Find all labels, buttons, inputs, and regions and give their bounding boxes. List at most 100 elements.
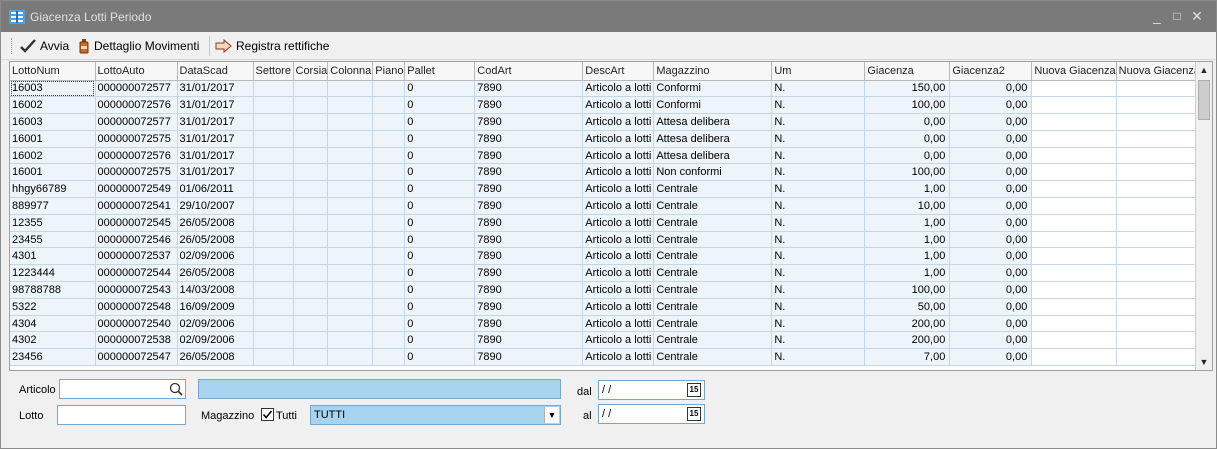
table-cell[interactable]: 0 bbox=[404, 315, 476, 333]
tutti-checkbox[interactable] bbox=[261, 408, 274, 421]
table-cell[interactable]: Articolo a lotti bbox=[582, 147, 655, 165]
table-cell[interactable] bbox=[372, 231, 406, 249]
table-cell[interactable]: 000000072537 bbox=[95, 247, 178, 266]
table-cell[interactable]: Articolo a lotti bbox=[582, 264, 655, 283]
table-row[interactable]: 16003 000000072577 31/01/2017 0 7890 Articolo… bbox=[10, 113, 1208, 131]
table-cell[interactable] bbox=[1116, 247, 1208, 266]
table-cell[interactable]: 7890 bbox=[474, 180, 584, 199]
table-cell[interactable] bbox=[253, 348, 294, 367]
table-cell[interactable]: 0 bbox=[404, 331, 476, 350]
column-header[interactable]: Settore bbox=[253, 62, 294, 81]
table-cell[interactable] bbox=[327, 264, 374, 283]
table-cell[interactable]: 000000072549 bbox=[95, 180, 178, 199]
table-cell[interactable]: 7890 bbox=[474, 298, 584, 316]
table-cell[interactable]: Articolo a lotti bbox=[582, 247, 655, 266]
table-cell[interactable] bbox=[293, 163, 329, 182]
table-cell[interactable]: N. bbox=[771, 281, 866, 299]
table-cell[interactable]: 0,00 bbox=[949, 163, 1033, 182]
table-cell[interactable]: 150,00 bbox=[864, 80, 951, 98]
table-cell[interactable] bbox=[293, 348, 329, 367]
table-cell[interactable]: 31/01/2017 bbox=[177, 130, 254, 148]
table-cell[interactable] bbox=[1116, 315, 1208, 333]
scroll-down-icon[interactable]: ▼ bbox=[1196, 354, 1212, 370]
table-cell[interactable]: Articolo a lotti bbox=[582, 281, 655, 299]
table-cell[interactable]: 1,00 bbox=[864, 264, 951, 283]
table-cell[interactable]: Articolo a lotti bbox=[582, 80, 655, 98]
table-cell[interactable] bbox=[293, 197, 329, 215]
table-cell[interactable]: 000000072576 bbox=[95, 96, 178, 115]
lotto-input[interactable] bbox=[57, 405, 186, 425]
table-cell[interactable]: Centrale bbox=[653, 197, 773, 215]
table-cell[interactable] bbox=[253, 96, 294, 115]
table-cell[interactable] bbox=[1031, 264, 1117, 283]
table-cell[interactable] bbox=[293, 264, 329, 283]
table-cell[interactable] bbox=[293, 180, 329, 199]
table-cell[interactable]: 0,00 bbox=[949, 315, 1033, 333]
table-cell[interactable] bbox=[253, 214, 294, 232]
table-cell[interactable]: Centrale bbox=[653, 315, 773, 333]
table-cell[interactable]: Articolo a lotti bbox=[582, 96, 655, 115]
column-header[interactable]: CodArt bbox=[474, 62, 584, 81]
table-cell[interactable]: 0,00 bbox=[949, 113, 1033, 131]
column-header[interactable]: LottoAuto bbox=[95, 62, 178, 81]
table-cell[interactable] bbox=[372, 80, 406, 98]
table-cell[interactable]: 31/01/2017 bbox=[177, 147, 254, 165]
table-cell[interactable]: 0 bbox=[404, 197, 476, 215]
table-cell[interactable]: Centrale bbox=[653, 180, 773, 199]
table-cell[interactable]: N. bbox=[771, 247, 866, 266]
table-cell[interactable]: 0,00 bbox=[949, 231, 1033, 249]
table-cell[interactable] bbox=[293, 80, 329, 98]
table-cell[interactable]: 0 bbox=[404, 281, 476, 299]
table-cell[interactable]: 0,00 bbox=[949, 96, 1033, 115]
table-cell[interactable]: 7890 bbox=[474, 315, 584, 333]
table-cell[interactable]: 000000072548 bbox=[95, 298, 178, 316]
table-cell[interactable]: 000000072547 bbox=[95, 348, 178, 367]
articolo-input[interactable] bbox=[59, 379, 186, 399]
table-row[interactable]: 4301 000000072537 02/09/2006 0 7890 Articolo … bbox=[10, 247, 1208, 266]
table-cell[interactable]: N. bbox=[771, 315, 866, 333]
table-cell[interactable]: 7890 bbox=[474, 247, 584, 266]
table-cell[interactable]: 4304 bbox=[10, 315, 96, 333]
table-cell[interactable]: 7890 bbox=[474, 130, 584, 148]
table-cell[interactable] bbox=[372, 348, 406, 367]
al-date-input[interactable]: / / 15 bbox=[598, 404, 705, 424]
table-cell[interactable]: 7890 bbox=[474, 113, 584, 131]
table-cell[interactable] bbox=[293, 130, 329, 148]
table-cell[interactable]: 29/10/2007 bbox=[177, 197, 254, 215]
table-cell[interactable] bbox=[327, 163, 374, 182]
table-cell[interactable]: 0 bbox=[404, 231, 476, 249]
table-cell[interactable]: 000000072577 bbox=[95, 80, 178, 98]
table-cell[interactable]: 7890 bbox=[474, 331, 584, 350]
table-cell[interactable]: 0 bbox=[404, 348, 476, 367]
table-cell[interactable]: 16002 bbox=[10, 147, 96, 165]
scroll-up-icon[interactable]: ▲ bbox=[1196, 62, 1212, 78]
table-cell[interactable]: N. bbox=[771, 214, 866, 232]
table-cell[interactable] bbox=[372, 315, 406, 333]
table-cell[interactable] bbox=[372, 197, 406, 215]
table-cell[interactable]: N. bbox=[771, 130, 866, 148]
table-cell[interactable] bbox=[327, 315, 374, 333]
table-cell[interactable]: 0,00 bbox=[949, 197, 1033, 215]
table-cell[interactable]: 100,00 bbox=[864, 281, 951, 299]
table-cell[interactable]: N. bbox=[771, 180, 866, 199]
table-cell[interactable] bbox=[253, 281, 294, 299]
table-cell[interactable] bbox=[372, 113, 406, 131]
table-cell[interactable]: 0,00 bbox=[864, 130, 951, 148]
table-cell[interactable] bbox=[293, 231, 329, 249]
table-cell[interactable]: 000000072540 bbox=[95, 315, 178, 333]
table-cell[interactable]: 000000072545 bbox=[95, 214, 178, 232]
dal-date-input[interactable]: / / 15 bbox=[598, 380, 705, 400]
table-cell[interactable]: N. bbox=[771, 197, 866, 215]
table-cell[interactable]: 0 bbox=[404, 264, 476, 283]
table-row[interactable]: 889977 000000072541 29/10/2007 0 7890 Articol… bbox=[10, 197, 1208, 215]
scroll-thumb[interactable] bbox=[1198, 80, 1210, 120]
table-cell[interactable] bbox=[1031, 163, 1117, 182]
table-cell[interactable] bbox=[1116, 214, 1208, 232]
table-cell[interactable]: 16001 bbox=[10, 163, 96, 182]
table-row[interactable]: 5322 000000072548 16/09/2009 0 7890 Articolo … bbox=[10, 298, 1208, 316]
table-cell[interactable]: 000000072541 bbox=[95, 197, 178, 215]
table-cell[interactable]: hhgy66789 bbox=[10, 180, 96, 199]
table-cell[interactable]: 0,00 bbox=[949, 80, 1033, 98]
table-cell[interactable]: N. bbox=[771, 298, 866, 316]
column-header[interactable]: DescArt bbox=[582, 62, 655, 81]
